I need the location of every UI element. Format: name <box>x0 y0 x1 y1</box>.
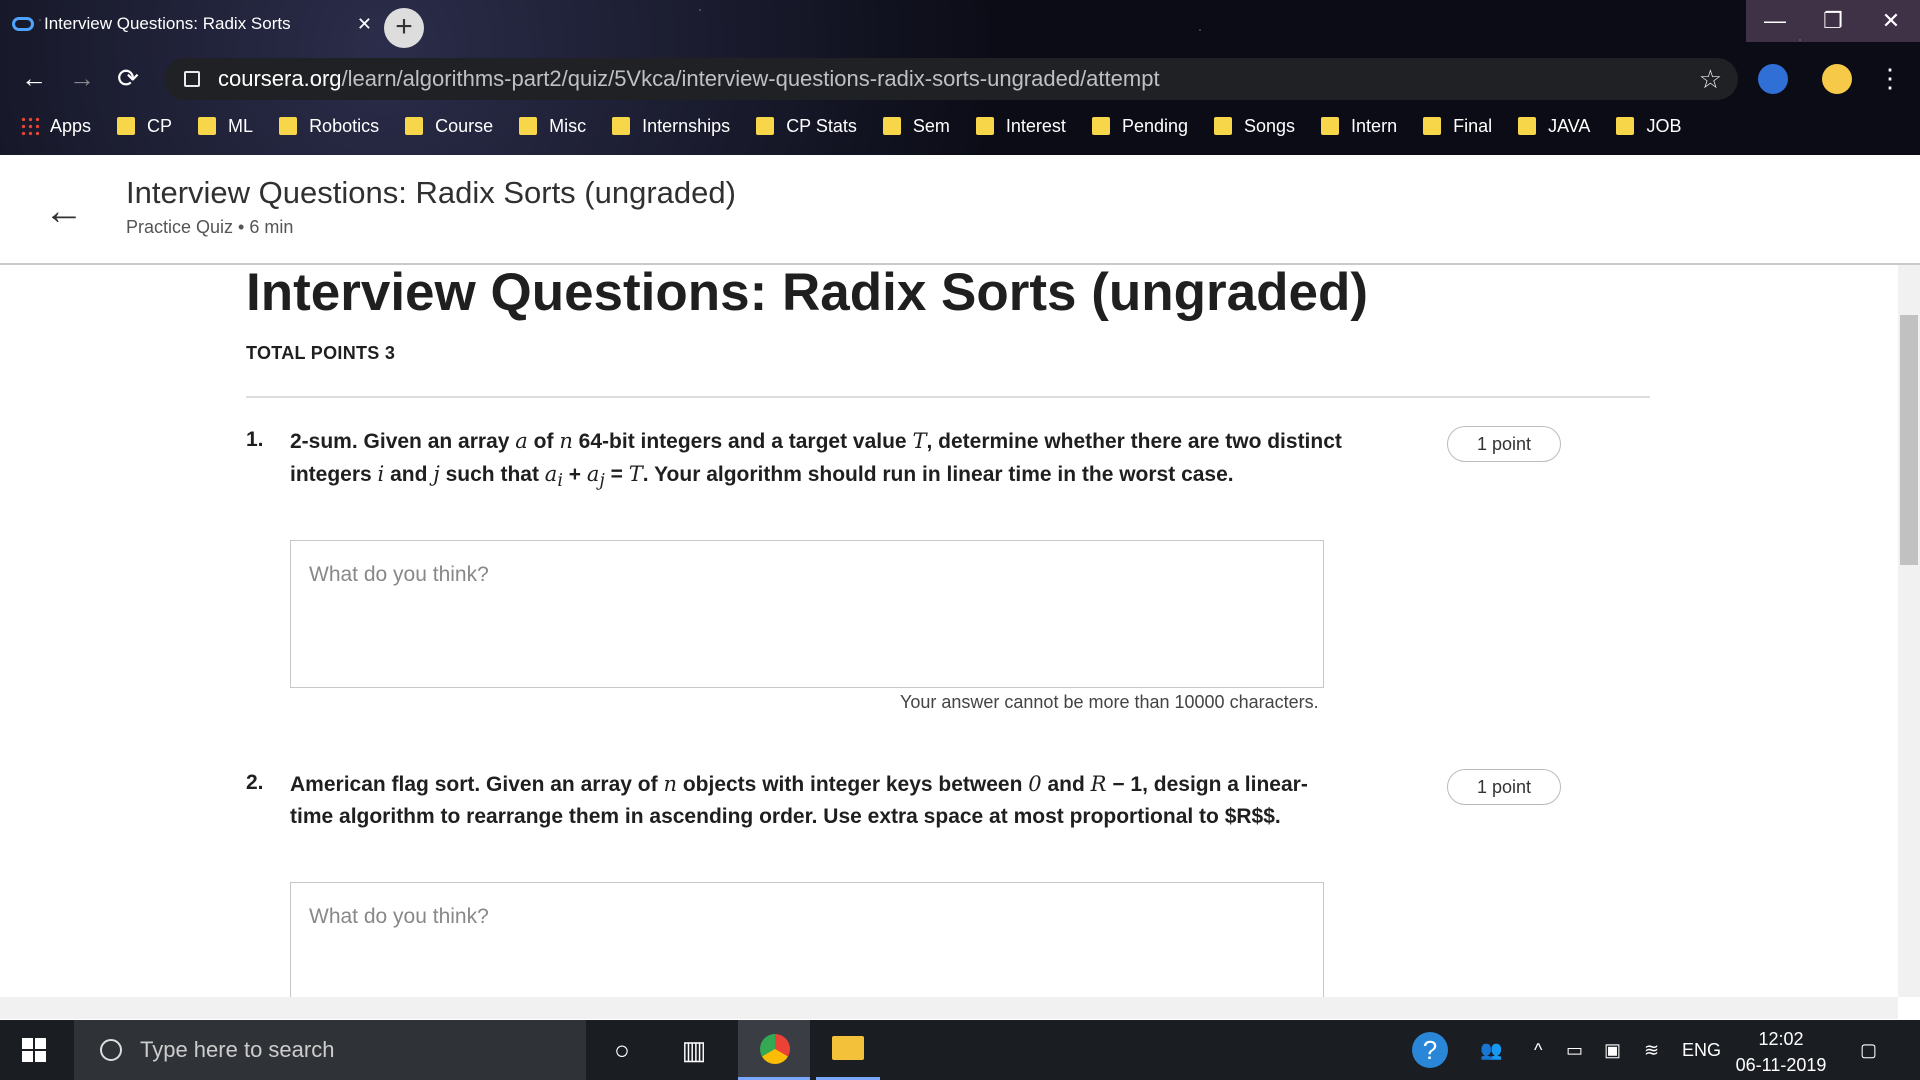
scrollbar-thumb[interactable] <box>1900 315 1918 565</box>
file-explorer-icon[interactable] <box>816 1020 880 1080</box>
bookmark-apps[interactable]: Apps <box>20 116 91 137</box>
bookmark-folder[interactable]: JAVA <box>1518 116 1590 137</box>
forward-arrow-icon[interactable]: → <box>64 60 100 96</box>
bookmark-folder[interactable]: Course <box>405 116 493 137</box>
folder-icon <box>405 117 424 135</box>
back-arrow-icon[interactable]: ← <box>16 60 52 96</box>
horizontal-scrollbar[interactable] <box>0 997 1898 1019</box>
extension-icon[interactable] <box>1758 64 1788 94</box>
answer-textarea[interactable]: What do you think? <box>290 540 1324 688</box>
bookmark-folder[interactable]: Pending <box>1091 116 1188 137</box>
folder-icon <box>198 117 217 135</box>
folder-icon <box>975 117 994 135</box>
url-path: /learn/algorithms-part2/quiz/5Vkca/inter… <box>341 66 1160 91</box>
power-icon[interactable]: ▣ <box>1604 1040 1621 1061</box>
url-host: coursera.org <box>218 66 342 91</box>
page-heading: Interview Questions: Radix Sorts (ungrad… <box>246 263 1369 322</box>
restore-button[interactable]: ❐ <box>1804 0 1862 42</box>
question-number: 2. <box>246 771 264 794</box>
bookmark-folder[interactable]: Final <box>1423 116 1492 137</box>
bookmark-folder[interactable]: Sem <box>882 116 950 137</box>
bookmark-folder[interactable]: CP Stats <box>756 116 857 137</box>
bookmark-folder[interactable]: Interest <box>975 116 1066 137</box>
bookmark-folder[interactable]: Misc <box>519 116 586 137</box>
bookmark-folder[interactable]: JOB <box>1616 116 1681 137</box>
folder-icon <box>1518 117 1537 135</box>
folder-icon <box>756 117 775 135</box>
tab-title: Interview Questions: Radix Sorts <box>44 14 291 33</box>
bookmarks-bar: Apps CP ML Robotics Course Misc Internsh… <box>20 110 1707 142</box>
question-number: 1. <box>246 428 264 451</box>
windows-start-icon[interactable] <box>22 1038 46 1062</box>
folder-icon <box>1423 117 1442 135</box>
clock-time: 12:02 <box>1758 1029 1804 1049</box>
address-bar[interactable]: coursera.org /learn/algorithms-part2/qui… <box>164 58 1738 100</box>
quiz-subtitle: Practice Quiz • 6 min <box>126 217 294 237</box>
question-text: 2-sum. Given an array a of n 64-bit inte… <box>290 429 1342 492</box>
battery-icon[interactable]: ▭ <box>1566 1040 1583 1061</box>
folder-icon <box>1091 117 1110 135</box>
folder-icon <box>1616 117 1635 135</box>
close-window-button[interactable]: ✕ <box>1862 0 1920 42</box>
help-icon[interactable]: ? <box>1412 1032 1448 1068</box>
people-icon[interactable]: 👥 <box>1480 1040 1502 1061</box>
bookmark-folder[interactable]: Internships <box>612 116 730 137</box>
folder-icon <box>882 117 901 135</box>
windows-taskbar: Type here to search ○ ▥ ? 👥 ^ ▭ ▣ ≋ ENG … <box>0 1020 1920 1080</box>
menu-icon[interactable]: ⋮ <box>1872 60 1908 96</box>
wifi-icon[interactable]: ≋ <box>1644 1040 1659 1061</box>
notifications-icon[interactable]: ▢ <box>1860 1040 1877 1061</box>
folder-icon <box>1214 117 1232 135</box>
bookmark-folder[interactable]: CP <box>117 116 172 137</box>
points-badge: 1 point <box>1447 426 1561 462</box>
bookmark-folder[interactable]: ML <box>198 116 253 137</box>
reload-icon[interactable]: ⟳ <box>110 60 146 96</box>
bookmark-folder[interactable]: Songs <box>1214 116 1295 137</box>
search-icon <box>100 1039 122 1061</box>
minimize-button[interactable]: — <box>1746 0 1804 42</box>
browser-tab[interactable]: Interview Questions: Radix Sorts ✕ <box>12 6 372 42</box>
folder-icon <box>519 117 538 135</box>
coursera-logo-icon <box>12 17 34 31</box>
quiz-title: Interview Questions: Radix Sorts (ungrad… <box>126 175 736 210</box>
bookmark-folder[interactable]: Intern <box>1321 116 1397 137</box>
total-points: TOTAL POINTS 3 <box>246 343 396 363</box>
clock[interactable]: 12:02 06-11-2019 <box>1726 1026 1836 1078</box>
answer-textarea[interactable]: What do you think? <box>290 882 1324 1000</box>
folder-icon <box>117 117 136 135</box>
chrome-taskbar-icon[interactable] <box>738 1020 810 1080</box>
folder-icon <box>612 117 631 135</box>
bookmark-star-icon[interactable]: ☆ <box>1699 64 1722 95</box>
clock-date: 06-11-2019 <box>1735 1055 1827 1075</box>
back-arrow-icon[interactable]: ← <box>44 189 84 234</box>
vertical-scrollbar[interactable] <box>1898 265 1920 997</box>
profile-avatar[interactable] <box>1822 64 1852 94</box>
cortana-icon[interactable]: ○ <box>604 1032 640 1068</box>
taskbar-search[interactable]: Type here to search <box>74 1020 586 1080</box>
points-badge: 1 point <box>1447 769 1561 805</box>
tab-close-icon[interactable]: ✕ <box>357 14 372 35</box>
apps-grid-icon <box>20 116 40 136</box>
browser-chrome: Interview Questions: Radix Sorts ✕ + — ❐… <box>0 0 1920 155</box>
folder-icon <box>1321 117 1340 135</box>
folder-icon <box>279 117 298 135</box>
divider <box>246 396 1650 398</box>
window-controls: — ❐ ✕ <box>1746 0 1920 42</box>
language-indicator[interactable]: ENG <box>1682 1040 1721 1061</box>
bookmark-folder[interactable]: Robotics <box>279 116 379 137</box>
task-view-icon[interactable]: ▥ <box>676 1032 712 1068</box>
new-tab-button[interactable]: + <box>384 8 424 48</box>
quiz-header: ← Interview Questions: Radix Sorts (ungr… <box>0 155 1920 265</box>
question-text: American flag sort. Given an array of n … <box>290 772 1308 828</box>
search-placeholder: Type here to search <box>140 1037 335 1062</box>
character-limit-note: Your answer cannot be more than 10000 ch… <box>900 692 1319 712</box>
lock-icon <box>184 71 200 87</box>
chevron-up-icon[interactable]: ^ <box>1534 1040 1542 1061</box>
navigation-bar: ← → ⟳ coursera.org /learn/algorithms-par… <box>0 54 1920 102</box>
